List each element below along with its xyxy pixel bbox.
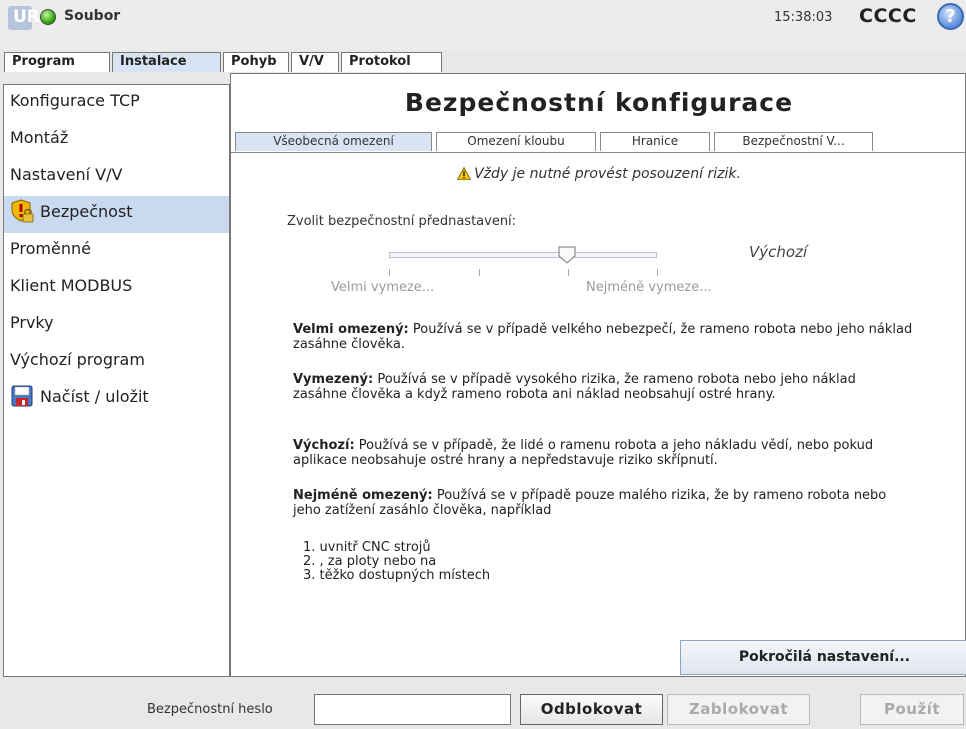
apply-button[interactable]: Použít (860, 694, 964, 725)
warning-icon (456, 166, 472, 184)
list-item: 3. těžko dostupných místech (303, 568, 491, 583)
sidebar-item-label: Konfigurace TCP (10, 91, 140, 110)
sidebar-item-modbus[interactable]: Klient MODBUS (4, 270, 229, 307)
tab-protokol[interactable]: Protokol (341, 52, 442, 72)
tab-vv[interactable]: V/V (291, 52, 339, 72)
description-title: Velmi omezený: (293, 322, 409, 337)
robot-name: CCCC (859, 5, 917, 27)
description-title: Vymezený: (293, 372, 374, 387)
page-title: Bezpečnostní konfigurace (404, 88, 794, 117)
clock: 15:38:03 (774, 10, 833, 25)
sidebar-item-label: Proměnné (10, 239, 91, 258)
risk-warning: Vždy je nutné provést posouzení rizik. (231, 166, 966, 184)
ur-logo: UR (8, 6, 40, 30)
sidebar-item-safety[interactable]: Bezpečnost (4, 196, 229, 233)
description-text: Používá se v případě vysokého rizika, že… (293, 372, 856, 402)
list-item: 1. uvnitř CNC strojů (303, 540, 431, 555)
sidebar-item-mounting[interactable]: Montáž (4, 122, 229, 159)
preset-slider-track[interactable] (389, 252, 657, 258)
slider-tick (657, 269, 658, 276)
safety-configuration-panel: Bezpečnostní konfigurace Všeobecná omeze… (230, 73, 966, 677)
password-label: Bezpečnostní heslo (147, 702, 273, 717)
examples-list: 1. uvnitř CNC strojů 2. , za ploty nebo … (303, 541, 490, 583)
logo-text: UR (13, 7, 40, 27)
warning-text: Vždy je nutné provést posouzení rizik. (474, 166, 741, 182)
sidebar-item-io-setup[interactable]: Nastavení V/V (4, 159, 229, 196)
sidebar-item-load-save[interactable]: Načíst / uložit (4, 381, 229, 418)
preset-description-default: Výchozí: Používá se v případě, že lidé o… (293, 438, 913, 468)
general-limits-panel: Vždy je nutné provést posouzení rizik. Z… (231, 152, 966, 678)
tab-general-limits[interactable]: Všeobecná omezení (235, 132, 432, 151)
slider-min-label: Velmi vymeze... (331, 280, 435, 295)
floppy-disk-icon (10, 384, 34, 408)
tab-safety-io[interactable]: Bezpečnostní V... (714, 132, 873, 151)
installation-sidebar: Konfigurace TCP Montáž Nastavení V/V Bez… (3, 84, 230, 677)
tab-pohyb[interactable]: Pohyb (223, 52, 289, 72)
sidebar-item-label: Prvky (10, 313, 54, 332)
preset-label: Zvolit bezpečnostní přednastavení: (287, 214, 517, 229)
unlock-button[interactable]: Odblokovat (520, 694, 663, 725)
lock-button[interactable]: Zablokovat (667, 694, 810, 725)
preset-description-very-restricted: Velmi omezený: Používá se v případě velk… (293, 322, 913, 352)
safety-lock-icon (10, 198, 34, 223)
sidebar-item-label: Klient MODBUS (10, 276, 133, 295)
tab-boundaries[interactable]: Hranice (600, 132, 710, 151)
preset-slider-thumb[interactable] (558, 246, 576, 268)
preset-description-restricted: Vymezený: Používá se v případě vysokého … (293, 372, 913, 402)
tab-instalace[interactable]: Instalace (112, 52, 221, 72)
slider-tick (479, 269, 480, 276)
sidebar-item-label: Montáž (10, 128, 69, 147)
sidebar-item-label: Bezpečnost (40, 202, 133, 221)
slider-tick (568, 269, 569, 276)
bottom-bar: Bezpečnostní heslo Odblokovat Zablokovat… (0, 679, 966, 729)
description-text: Používá se v případě, že lidé o ramenu r… (293, 438, 874, 468)
sidebar-item-variables[interactable]: Proměnné (4, 233, 229, 270)
help-icon[interactable]: ? (937, 3, 964, 30)
password-input[interactable] (314, 694, 511, 725)
sidebar-item-tcp[interactable]: Konfigurace TCP (4, 85, 229, 122)
sidebar-item-label: Nastavení V/V (10, 165, 123, 184)
description-title: Nejméně omezený: (293, 488, 433, 503)
sidebar-item-label: Načíst / uložit (40, 387, 149, 406)
tab-program[interactable]: Program (4, 52, 110, 72)
sidebar-item-default-program[interactable]: Výchozí program (4, 344, 229, 381)
slider-tick (389, 269, 390, 276)
top-bar: UR Soubor 15:38:03 CCCC ? (0, 0, 966, 50)
advanced-settings-button[interactable]: Pokročilá nastavení... (680, 640, 966, 675)
list-item: 2. , za ploty nebo na (303, 554, 437, 569)
slider-max-label: Nejméně vymeze... (586, 280, 712, 295)
robot-status-icon[interactable] (40, 9, 56, 25)
file-menu[interactable]: Soubor (64, 8, 120, 24)
sidebar-item-label: Výchozí program (10, 350, 145, 369)
sidebar-item-features[interactable]: Prvky (4, 307, 229, 344)
preset-value: Výchozí (749, 243, 808, 261)
tab-joint-limits[interactable]: Omezení kloubu (436, 132, 596, 151)
preset-description-least-restricted: Nejméně omezený: Používá se v případě po… (293, 488, 913, 518)
description-title: Výchozí: (293, 438, 355, 453)
